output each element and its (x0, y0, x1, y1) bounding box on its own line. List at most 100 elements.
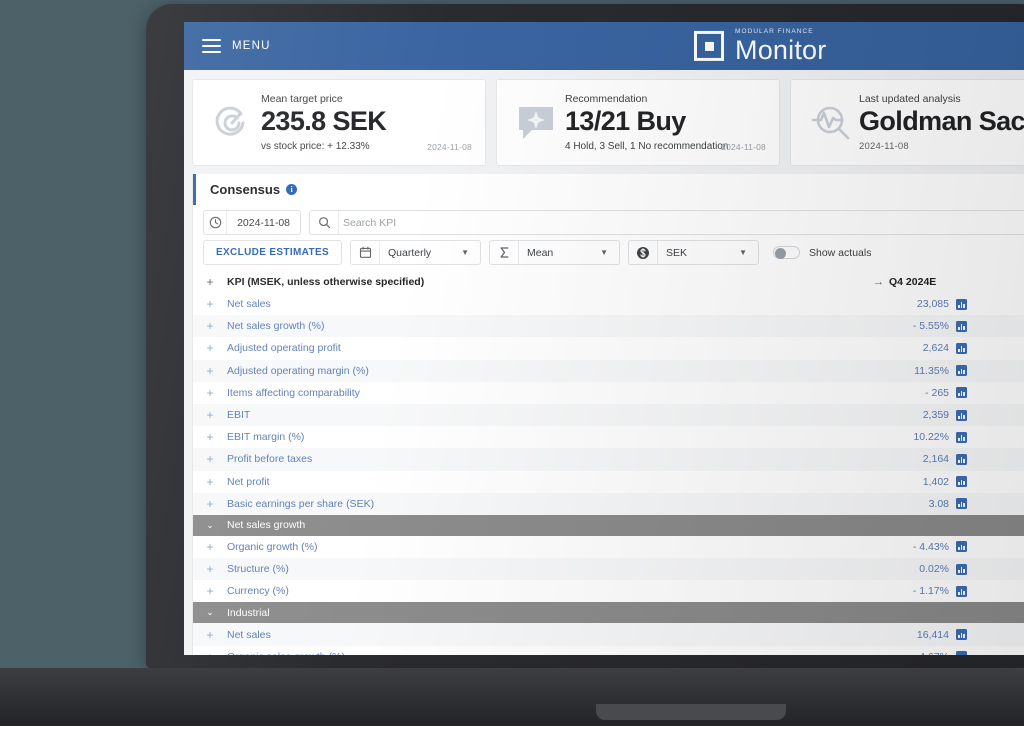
magnifier-pulse-icon (801, 101, 859, 145)
expand-icon[interactable]: + (193, 408, 227, 422)
kpi-name[interactable]: EBIT margin (%) (227, 431, 873, 443)
table-row[interactable]: + Items affecting comparability - 265 (193, 382, 1024, 404)
bar-chart-icon[interactable] (956, 342, 967, 354)
clock-icon (204, 216, 226, 229)
info-icon[interactable]: i (286, 184, 298, 195)
table-row[interactable]: + Net sales 23,085 (193, 293, 1024, 315)
period-select[interactable]: Quarterly ▼ (350, 240, 481, 265)
value-badge-cell (951, 365, 975, 377)
card-date: 2024-11-08 (721, 142, 766, 152)
consensus-panel: Consensus i 2024-11-08 Search KPI EXCLUD… (192, 174, 1024, 655)
table-row[interactable]: + Net sales growth (%) - 5.55% (193, 315, 1024, 338)
card-mean-target-price[interactable]: Mean target price 235.8 SEK vs stock pri… (192, 79, 486, 166)
bar-chart-icon[interactable] (956, 629, 967, 641)
bar-chart-icon[interactable] (956, 387, 967, 399)
expand-icon[interactable]: + (193, 540, 227, 554)
card-last-updated-analysis[interactable]: Last updated analysis Goldman Sachs 2024… (790, 79, 1024, 166)
menu-button[interactable]: MENU (202, 39, 271, 53)
kpi-name[interactable]: Organic growth (%) (227, 541, 873, 553)
kpi-value: 2,359 (922, 409, 949, 422)
bar-chart-icon[interactable] (956, 409, 967, 421)
kpi-name[interactable]: Structure (%) (227, 563, 873, 575)
laptop-base-notch (596, 704, 786, 720)
table-row[interactable]: + Adjusted operating margin (%) 11.35% (193, 359, 1024, 382)
card-recommendation[interactable]: Recommendation 13/21 Buy 4 Hold, 3 Sell,… (496, 79, 780, 166)
show-actuals-toggle[interactable]: Show actuals (773, 246, 871, 259)
bar-chart-icon[interactable] (956, 651, 967, 655)
expand-icon[interactable]: + (193, 341, 227, 355)
table-row[interactable]: + Structure (%) 0.02% (193, 558, 1024, 581)
card-label: Recommendation (565, 93, 648, 106)
bar-chart-icon[interactable] (956, 476, 967, 488)
kpi-value: - 5.55% (912, 320, 949, 333)
expand-icon[interactable]: + (193, 475, 227, 489)
table-row[interactable]: + Adjusted operating profit 2,624 (193, 337, 1024, 359)
kpi-name[interactable]: Net sales growth (%) (227, 320, 873, 332)
table-row[interactable]: + EBIT 2,359 (193, 403, 1024, 427)
kpi-column-header: KPI (MSEK, unless otherwise specified) (227, 276, 425, 288)
kpi-name[interactable]: Industrial (227, 607, 873, 619)
expand-icon[interactable]: + (193, 650, 227, 655)
table-row[interactable]: +Organic sales growth (%)- 4.67% (193, 646, 1024, 655)
expand-icon[interactable]: + (193, 386, 227, 400)
expand-all-icon[interactable]: + (193, 275, 227, 289)
kpi-name[interactable]: Profit before taxes (227, 453, 873, 465)
bar-chart-icon[interactable] (956, 541, 967, 553)
expand-icon[interactable]: + (193, 562, 227, 576)
table-row[interactable]: + Profit before taxes 2,164 (193, 448, 1024, 471)
currency-select[interactable]: SEK ▼ (628, 240, 759, 265)
table-row[interactable]: + EBIT margin (%) 10.22% (193, 426, 1024, 448)
value-badge-cell (951, 498, 975, 510)
chevron-down-icon: ▼ (461, 248, 469, 257)
chevron-down-icon: ▼ (600, 248, 608, 257)
table-row[interactable]: + Organic growth (%) - 4.43% (193, 536, 1024, 558)
kpi-name[interactable]: Items affecting comparability (227, 387, 873, 399)
kpi-name[interactable]: Net sales growth (227, 519, 873, 531)
expand-icon[interactable]: + (193, 584, 227, 598)
kpi-name[interactable]: Adjusted operating margin (%) (227, 365, 873, 377)
expand-icon[interactable]: + (193, 628, 227, 642)
expand-icon[interactable]: + (193, 319, 227, 333)
expand-icon[interactable]: + (193, 497, 227, 511)
table-row[interactable]: + Basic earnings per share (SEK) 3.08 (193, 492, 1024, 515)
bar-chart-icon[interactable] (956, 298, 967, 310)
kpi-name[interactable]: Net sales (227, 298, 873, 310)
collapse-icon[interactable]: ⌄ (193, 607, 227, 618)
exclude-estimates-button[interactable]: EXCLUDE ESTIMATES (203, 240, 342, 265)
kpi-name[interactable]: EBIT (227, 409, 873, 421)
kpi-name[interactable]: Basic earnings per share (SEK) (227, 498, 873, 510)
expand-icon[interactable]: + (193, 452, 227, 466)
expand-icon[interactable]: + (193, 297, 227, 311)
table-row[interactable]: + Net profit 1,402 (193, 471, 1024, 493)
value-badge-cell (951, 651, 975, 655)
period-value: Quarterly (388, 246, 432, 259)
kpi-name[interactable]: Net sales (227, 629, 873, 641)
table-row[interactable]: + Currency (%) - 1.17% (193, 580, 1024, 602)
bar-chart-icon[interactable] (956, 431, 967, 443)
toolbar-row-search: 2024-11-08 Search KPI (193, 205, 1024, 235)
bar-chart-icon[interactable] (956, 453, 967, 465)
kpi-name[interactable]: Net profit (227, 476, 873, 488)
kpi-name[interactable]: Adjusted operating profit (227, 342, 873, 354)
search-input[interactable]: Search KPI (309, 210, 1024, 235)
card-value: Goldman Sachs (859, 105, 1024, 136)
bar-chart-icon[interactable] (956, 585, 967, 597)
kpi-name[interactable]: Organic sales growth (%) (227, 651, 873, 655)
table-group-row[interactable]: ⌄ Net sales growth (193, 514, 1024, 536)
date-picker[interactable]: 2024-11-08 (203, 210, 301, 235)
bar-chart-icon[interactable] (956, 563, 967, 575)
aggregate-select[interactable]: Mean ▼ (489, 240, 620, 265)
bar-chart-icon[interactable] (956, 498, 967, 510)
bar-chart-icon[interactable] (956, 320, 967, 332)
card-value: 13/21 Buy (565, 106, 686, 137)
expand-icon[interactable]: + (193, 364, 227, 378)
bar-chart-icon[interactable] (956, 365, 967, 377)
kpi-name[interactable]: Currency (%) (227, 585, 873, 597)
table-row[interactable]: + Net sales 16,414 (193, 623, 1024, 646)
kpi-value: - 265 (925, 386, 949, 399)
collapse-icon[interactable]: ⌄ (193, 520, 227, 531)
expand-icon[interactable]: + (193, 430, 227, 444)
period-column-header: → Q4 2024E (873, 276, 951, 288)
table-group-row[interactable]: ⌄ Industrial (193, 602, 1024, 624)
kpi-value: 2,624 (922, 342, 949, 355)
